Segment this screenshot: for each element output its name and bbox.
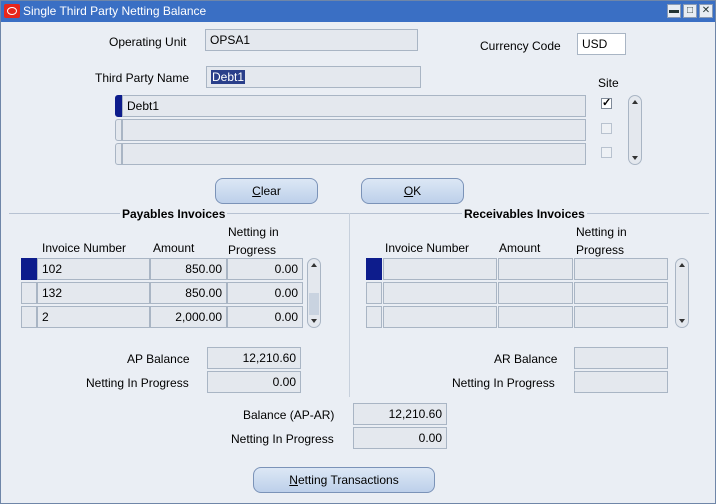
row-indicator[interactable] [115, 143, 122, 165]
site-label: Site [598, 76, 619, 90]
payables-col-netting-line2: Progress [228, 243, 277, 257]
ap-netting-field[interactable]: 0.00 [207, 371, 301, 393]
total-netting-field[interactable]: 0.00 [353, 427, 447, 449]
payables-row-selector[interactable] [21, 258, 37, 280]
receivables-netting-cell[interactable] [574, 258, 668, 280]
balance-ap-ar-field[interactable]: 12,210.60 [353, 403, 447, 425]
receivables-section-title: Receivables Invoices [462, 207, 587, 221]
payables-row-selector[interactable] [21, 282, 37, 304]
receivables-row-selector[interactable] [366, 306, 382, 328]
third-party-name-field[interactable]: Debt1 [206, 66, 421, 88]
window-title: Single Third Party Netting Balance [23, 4, 207, 18]
third-party-row-name[interactable] [122, 119, 586, 141]
balance-ap-ar-label: Balance (AP-AR) [243, 408, 335, 422]
row-indicator[interactable] [115, 119, 122, 141]
ar-balance-field[interactable] [574, 347, 668, 369]
currency-code-field[interactable]: USD [577, 33, 626, 55]
oracle-logo-icon [4, 4, 20, 18]
payables-invoice-cell[interactable]: 102 [37, 258, 150, 280]
maximize-button[interactable]: □ [683, 4, 697, 18]
receivables-col-amount: Amount [499, 241, 541, 255]
row-indicator[interactable] [115, 95, 122, 117]
title-bar[interactable]: Single Third Party Netting Balance ▬ □ ✕ [1, 1, 715, 22]
payables-amount-cell[interactable]: 850.00 [150, 282, 227, 304]
receivables-amount-cell[interactable] [498, 282, 573, 304]
third-party-row-name[interactable] [122, 143, 586, 165]
payables-netting-cell[interactable]: 0.00 [227, 306, 303, 328]
ap-balance-field[interactable]: 12,210.60 [207, 347, 301, 369]
netting-balance-window: Single Third Party Netting Balance ▬ □ ✕… [0, 0, 716, 504]
receivables-amount-cell[interactable] [498, 306, 573, 328]
scroll-down-icon[interactable] [679, 319, 685, 323]
operating-unit-label: Operating Unit [109, 35, 187, 49]
ok-button[interactable]: OK [361, 178, 464, 204]
scroll-thumb[interactable] [309, 293, 319, 315]
receivables-invoice-cell[interactable] [383, 282, 497, 304]
ar-netting-field[interactable] [574, 371, 668, 393]
section-divider [9, 213, 709, 214]
minimize-button[interactable]: ▬ [667, 4, 681, 18]
scroll-down-icon[interactable] [632, 156, 638, 160]
ap-balance-label: AP Balance [127, 352, 190, 366]
receivables-netting-cell[interactable] [574, 306, 668, 328]
receivables-scrollbar[interactable] [675, 258, 689, 328]
payables-amount-cell[interactable]: 2,000.00 [150, 306, 227, 328]
currency-code-label: Currency Code [480, 39, 561, 53]
ar-balance-label: AR Balance [494, 352, 558, 366]
site-checkbox[interactable] [601, 123, 612, 134]
operating-unit-field[interactable]: OPSA1 [205, 29, 418, 51]
receivables-col-netting-line1: Netting in [576, 225, 627, 239]
receivables-row-selector[interactable] [366, 282, 382, 304]
receivables-netting-cell[interactable] [574, 282, 668, 304]
receivables-col-invoice: Invoice Number [385, 241, 470, 255]
ap-netting-label: Netting In Progress [86, 376, 189, 390]
close-button[interactable]: ✕ [699, 4, 713, 18]
payables-invoice-cell[interactable]: 132 [37, 282, 150, 304]
total-netting-label: Netting In Progress [231, 432, 334, 446]
third-party-row-name[interactable]: Debt1 [122, 95, 586, 117]
third-party-name-label: Third Party Name [95, 71, 190, 85]
payables-invoice-cell[interactable]: 2 [37, 306, 150, 328]
scroll-up-icon[interactable] [632, 100, 638, 104]
payables-scrollbar[interactable] [307, 258, 321, 328]
payables-col-amount: Amount [153, 241, 195, 255]
payables-section-title: Payables Invoices [120, 207, 228, 221]
payables-row-selector[interactable] [21, 306, 37, 328]
site-checkbox[interactable] [601, 147, 612, 158]
payables-col-invoice: Invoice Number [42, 241, 127, 255]
scroll-down-icon[interactable] [311, 319, 317, 323]
receivables-amount-cell[interactable] [498, 258, 573, 280]
payables-netting-cell[interactable]: 0.00 [227, 282, 303, 304]
payables-col-netting-line1: Netting in [228, 225, 279, 239]
receivables-col-netting-line2: Progress [576, 243, 625, 257]
ar-netting-label: Netting In Progress [452, 376, 555, 390]
receivables-invoice-cell[interactable] [383, 306, 497, 328]
payables-netting-cell[interactable]: 0.00 [227, 258, 303, 280]
clear-button[interactable]: Clear [215, 178, 318, 204]
site-checkbox[interactable]: ✓ [601, 98, 612, 109]
payables-amount-cell[interactable]: 850.00 [150, 258, 227, 280]
scroll-up-icon[interactable] [311, 263, 317, 267]
receivables-invoice-cell[interactable] [383, 258, 497, 280]
receivables-row-selector[interactable] [366, 258, 382, 280]
third-party-name-value: Debt1 [211, 70, 246, 84]
netting-transactions-button[interactable]: Netting Transactions [253, 467, 435, 493]
section-vertical-divider [349, 213, 350, 397]
scroll-up-icon[interactable] [679, 263, 685, 267]
third-party-scrollbar[interactable] [628, 95, 642, 165]
